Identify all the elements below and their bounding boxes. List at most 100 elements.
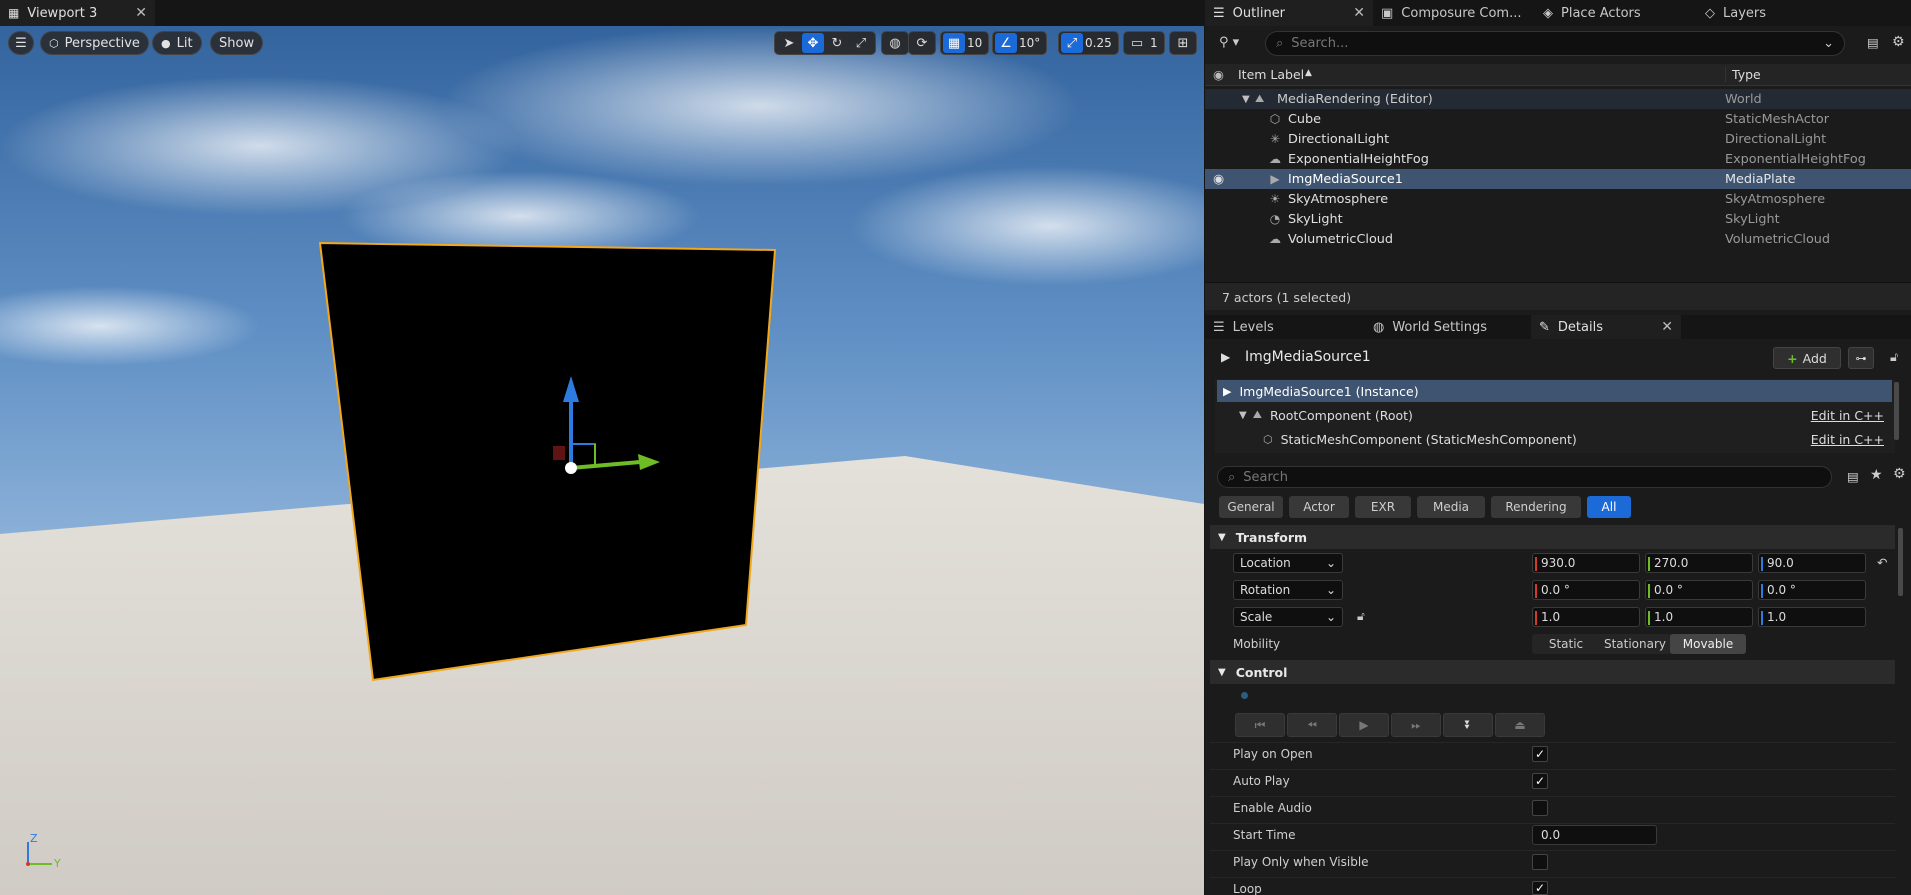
mobility-static[interactable]: Static	[1532, 634, 1600, 654]
rotation-z-field[interactable]: 0.0 °	[1758, 580, 1866, 600]
component-row-root[interactable]: ▼ ⛰ RootComponent (Root) Edit in C++	[1217, 404, 1892, 426]
tab-outliner[interactable]: ☰ Outliner ✕	[1205, 0, 1373, 26]
star-icon[interactable]: ★	[1870, 467, 1883, 483]
gear-icon[interactable]: ⚙	[1892, 34, 1905, 50]
close-icon[interactable]: ✕	[135, 5, 147, 21]
expand-arrow-icon[interactable]: ▼	[1242, 94, 1250, 105]
outliner-row[interactable]: ☁ VolumetricCloud VolumetricCloud	[1205, 229, 1911, 249]
table-view-icon[interactable]: ▤	[1847, 469, 1859, 484]
scale-x-field[interactable]: 1.0	[1532, 607, 1640, 627]
location-z-field[interactable]: 90.0	[1758, 553, 1866, 573]
tab-details[interactable]: ✎ Details ✕	[1531, 315, 1681, 339]
add-folder-icon[interactable]: ▤	[1867, 35, 1879, 50]
close-icon[interactable]: ✕	[1661, 319, 1673, 335]
viewport-menu-button[interactable]: ☰	[8, 31, 34, 55]
visibility-eye-icon[interactable]: ◉	[1213, 172, 1224, 187]
details-search[interactable]: ⌕ Search	[1217, 466, 1832, 488]
play-on-open-checkbox[interactable]: ✓	[1532, 746, 1548, 762]
col-type[interactable]: Type	[1725, 67, 1761, 82]
mobility-stationary[interactable]: Stationary	[1600, 634, 1670, 654]
scale-dropdown[interactable]: Scale ⌄	[1233, 607, 1343, 627]
tab-composure[interactable]: ▣ Composure Com...	[1373, 0, 1535, 26]
location-x-field[interactable]: 930.0	[1532, 553, 1640, 573]
outliner-row[interactable]: ⬡ Cube StaticMeshActor	[1205, 109, 1911, 129]
location-y-field[interactable]: 270.0	[1645, 553, 1753, 573]
details-search-input[interactable]: Search	[1243, 470, 1288, 485]
loop-checkbox[interactable]: ✓	[1532, 881, 1548, 895]
rotation-x-field[interactable]: 0.0 °	[1532, 580, 1640, 600]
edit-cpp-link[interactable]: Edit in C++	[1811, 432, 1884, 447]
lit-button[interactable]: ● Lit	[152, 31, 202, 55]
expand-arrow-icon[interactable]: ▼	[1239, 410, 1247, 421]
gear-icon[interactable]: ⚙	[1893, 466, 1906, 482]
layout-button[interactable]: ⊞	[1169, 31, 1197, 55]
outliner-row[interactable]: ◔ SkyLight SkyLight	[1205, 209, 1911, 229]
fast-forward-button[interactable]: ⏩︎	[1391, 713, 1441, 737]
auto-play-checkbox[interactable]: ✓	[1532, 773, 1548, 789]
filter-exr[interactable]: EXR	[1355, 496, 1411, 518]
rotation-dropdown[interactable]: Rotation ⌄	[1233, 580, 1343, 600]
edit-cpp-link[interactable]: Edit in C++	[1811, 408, 1884, 423]
rotation-y-field[interactable]: 0.0 °	[1645, 580, 1753, 600]
col-item-label[interactable]: Item Label	[1238, 67, 1304, 82]
rotation-snap-button[interactable]: ∠ 10°	[992, 31, 1048, 55]
play-only-visible-checkbox[interactable]	[1532, 854, 1548, 870]
outliner-search[interactable]: ⌕ Search... ⌄	[1265, 31, 1845, 56]
visibility-eye-icon[interactable]: ◉	[1213, 67, 1224, 82]
outliner-row[interactable]: ☁ ExponentialHeightFog ExponentialHeightFo…	[1205, 149, 1911, 169]
scale-y-field[interactable]: 1.0	[1645, 607, 1753, 627]
blueprint-button[interactable]: ⊶	[1848, 347, 1874, 369]
details-scrollbar[interactable]	[1898, 528, 1903, 596]
mobility-movable[interactable]: Movable	[1670, 634, 1746, 654]
media-plate[interactable]	[318, 241, 777, 682]
filter-general[interactable]: General	[1219, 496, 1283, 518]
surface-snap-button[interactable]: ⟳	[908, 31, 936, 55]
coordinate-space-button[interactable]: ◍	[881, 31, 909, 55]
viewport-scene[interactable]	[0, 26, 1204, 895]
tab-place-actors[interactable]: ◈ Place Actors	[1535, 0, 1697, 26]
camera-speed-button[interactable]: ▭ 1	[1123, 31, 1165, 55]
rewind-button[interactable]: ⏪︎	[1287, 713, 1337, 737]
grid-snap-button[interactable]: ▦ 10	[940, 31, 990, 55]
outliner-search-input[interactable]: Search...	[1291, 36, 1348, 51]
scale-tool-icon[interactable]: ⤢	[850, 33, 872, 53]
outliner-row[interactable]: ✳ DirectionalLight DirectionalLight	[1205, 129, 1911, 149]
viewport-tab[interactable]: ▦ Viewport 3 ✕	[0, 0, 155, 26]
lock-icon[interactable]: 🔓︎	[1357, 609, 1365, 624]
enable-audio-checkbox[interactable]	[1532, 800, 1548, 816]
skip-back-button[interactable]: ⏮︎	[1235, 713, 1285, 737]
close-media-button[interactable]: ⏬︎	[1443, 713, 1493, 737]
show-button[interactable]: Show	[210, 31, 264, 55]
location-dropdown[interactable]: Location ⌄	[1233, 553, 1343, 573]
outliner-row[interactable]: ☀ SkyAtmosphere SkyAtmosphere	[1205, 189, 1911, 209]
filter-rendering[interactable]: Rendering	[1491, 496, 1581, 518]
scale-z-field[interactable]: 1.0	[1758, 607, 1866, 627]
outliner-root-row[interactable]: ▼ ⛰ MediaRendering (Editor) World	[1205, 89, 1911, 109]
scale-snap-button[interactable]: ⤢ 0.25	[1058, 31, 1119, 55]
filter-all[interactable]: All	[1587, 496, 1631, 518]
viewport[interactable]: Z Y	[0, 26, 1204, 895]
tab-layers[interactable]: ◇ Layers	[1697, 0, 1859, 26]
rotate-tool-icon[interactable]: ↻	[826, 33, 848, 53]
close-icon[interactable]: ✕	[1353, 5, 1365, 21]
select-tool-icon[interactable]: ➤	[778, 33, 800, 53]
scrollbar[interactable]	[1894, 382, 1899, 440]
filter-media[interactable]: Media	[1417, 496, 1485, 518]
start-time-field[interactable]: 0.0	[1532, 825, 1657, 845]
outliner-row[interactable]: ◉ ▶ ImgMediaSource1 MediaPlate	[1205, 169, 1911, 189]
filter-actor[interactable]: Actor	[1289, 496, 1349, 518]
reset-icon[interactable]: ↶	[1877, 555, 1887, 570]
transform-section-header[interactable]: ▼ Transform	[1210, 525, 1895, 549]
tab-world-settings[interactable]: ◍ World Settings	[1365, 315, 1525, 339]
tab-levels[interactable]: ☰ Levels	[1205, 315, 1365, 339]
perspective-button[interactable]: ⬡ Perspective	[40, 31, 149, 55]
component-row-instance[interactable]: ▶ ImgMediaSource1 (Instance)	[1217, 380, 1892, 402]
open-media-button[interactable]: ⏏︎	[1495, 713, 1545, 737]
control-section-header[interactable]: ▼ Control	[1210, 660, 1895, 684]
add-component-button[interactable]: + Add	[1773, 347, 1841, 369]
component-row-mesh[interactable]: ⬡ StaticMeshComponent (StaticMeshCompone…	[1217, 428, 1892, 450]
translate-tool-icon[interactable]: ✥	[802, 33, 824, 53]
outliner-filter-button[interactable]: ⚲ ▾	[1219, 35, 1239, 50]
lock-icon[interactable]: 🔓︎	[1890, 349, 1898, 365]
play-button[interactable]: ▶	[1339, 713, 1389, 737]
